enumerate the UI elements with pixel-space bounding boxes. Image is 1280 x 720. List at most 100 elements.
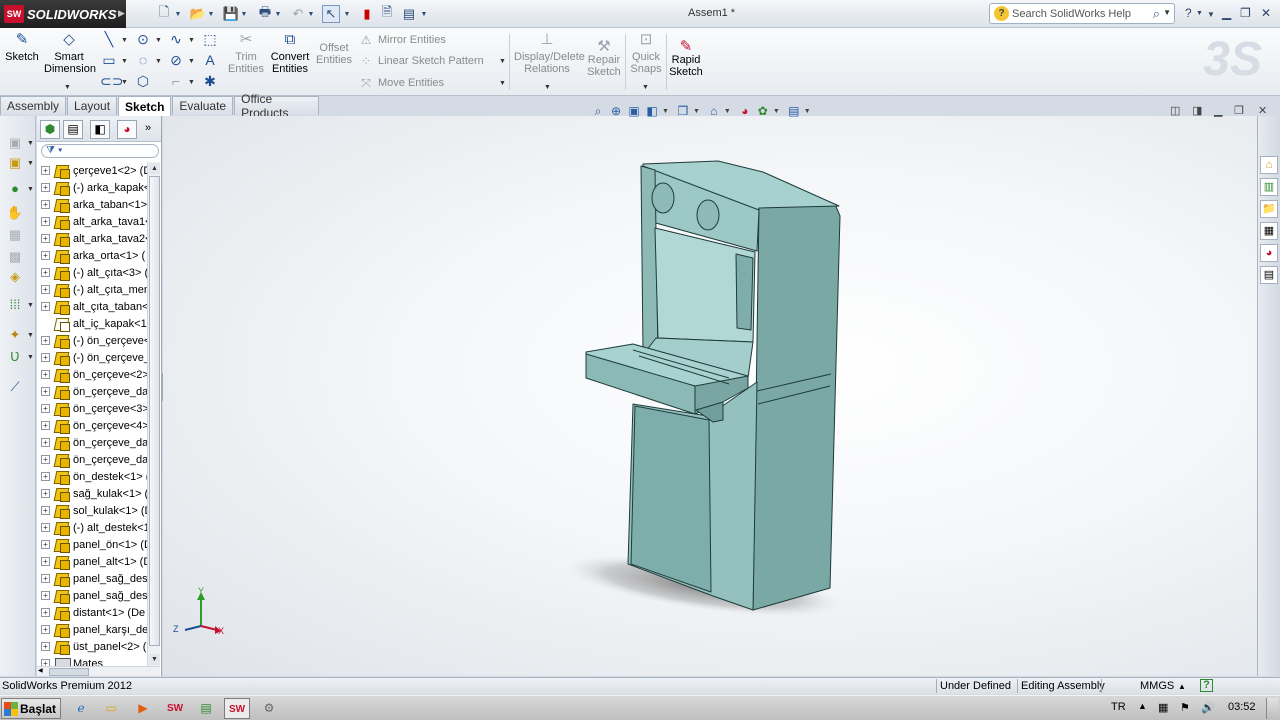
expand-icon[interactable]: + — [41, 659, 50, 666]
new-motion-study-icon[interactable]: ⁞⁞⁞ — [6, 296, 24, 314]
plane-icon[interactable]: ⬚ — [201, 30, 219, 48]
mate-dropdown-icon[interactable]: ▼ — [27, 160, 34, 167]
polygon-icon[interactable]: ⬡ — [134, 72, 152, 90]
display-delete-relations-button[interactable]: ⊥ Display/Delete Relations — [514, 31, 585, 75]
media-player-icon[interactable]: ▶ — [130, 698, 156, 719]
point-icon[interactable]: ✱ — [201, 72, 219, 90]
appearances-icon[interactable]: ◕ — [1260, 244, 1278, 262]
menu-arrow-icon[interactable]: ▶ — [118, 8, 125, 19]
start-button[interactable]: Başlat — [1, 698, 61, 719]
unit-system[interactable]: MMGS — [1140, 680, 1174, 692]
viewport-restore-icon[interactable]: ❐ — [1234, 104, 1244, 117]
expand-icon[interactable]: + — [41, 489, 50, 498]
save-dropdown-icon[interactable]: ▼ — [240, 5, 248, 23]
tree-item[interactable]: + ön_çerçeve<4> — [37, 417, 147, 434]
tree-item[interactable]: + çerçeve1<2> (D — [37, 162, 147, 179]
options-dropdown-icon[interactable]: ▼ — [420, 5, 428, 23]
expand-icon[interactable]: + — [41, 336, 50, 345]
solidworks-logo[interactable]: SW SOLIDWORKS — [0, 0, 126, 28]
expand-icon[interactable]: + — [41, 421, 50, 430]
insert-dropdown-icon[interactable]: ▼ — [27, 140, 34, 147]
tree-filter[interactable]: ⧩ ▾ — [41, 144, 159, 158]
new-document-icon[interactable]: 🗋 — [155, 4, 173, 23]
design-library-icon[interactable]: ▥ — [1260, 178, 1278, 196]
expand-icon[interactable]: + — [41, 591, 50, 600]
expand-icon[interactable]: + — [41, 234, 50, 243]
search-input[interactable]: ? Search SolidWorks Help ⌕ ▼ — [989, 3, 1175, 24]
smart-dimension-dropdown-icon[interactable]: ▼ — [64, 84, 71, 91]
tree-item[interactable]: + ön_çerçeve<3> — [37, 400, 147, 417]
component-pattern-icon[interactable]: ● — [6, 180, 24, 198]
custom-properties-icon[interactable]: ▤ — [1260, 266, 1278, 284]
horizontal-scroll-thumb[interactable] — [49, 668, 89, 676]
pattern-dropdown-icon[interactable]: ▼ — [27, 186, 34, 193]
help-icon[interactable]: ? — [1185, 6, 1192, 20]
tree-item[interactable]: + ön_çerçeve_day — [37, 383, 147, 400]
view-orientation-icon[interactable]: ❒ — [675, 103, 691, 119]
scroll-left-icon[interactable]: ◀ — [38, 667, 43, 674]
slot-icon[interactable]: ⊂⊃ — [100, 72, 123, 90]
instant3d-icon[interactable]: ⟋ — [6, 378, 24, 396]
tree-item[interactable]: + ön_çerçeve_day — [37, 451, 147, 468]
linear-pattern-dropdown-icon[interactable]: ▼ — [499, 58, 506, 65]
search-icon[interactable]: ⌕ — [1153, 6, 1160, 22]
fillet-icon[interactable]: ⌐ — [167, 72, 185, 90]
section-view-icon[interactable]: ◧ — [644, 103, 660, 119]
zoom-to-area-icon[interactable]: ⊕ — [608, 103, 624, 119]
display-dropdown-icon[interactable]: ▼ — [724, 108, 731, 115]
expand-icon[interactable]: + — [41, 523, 50, 532]
file-explorer-taskbar-icon[interactable]: ▭ — [98, 698, 124, 719]
expand-icon[interactable]: + — [41, 557, 50, 566]
tree-item[interactable]: + distant<1> (De — [37, 604, 147, 621]
expand-icon[interactable]: + — [41, 506, 50, 515]
sketch-button[interactable]: ✎ Sketch — [4, 31, 40, 63]
language-indicator[interactable]: TR — [1111, 701, 1126, 713]
tree-item[interactable]: + ön_destek<1> ( — [37, 468, 147, 485]
tree-item[interactable]: + alt_arka_tava1< — [37, 213, 147, 230]
circle-icon[interactable]: ⊙ — [134, 30, 152, 48]
tool-icon[interactable]: ⚙ — [256, 698, 282, 719]
app-icon[interactable]: ▤ — [193, 698, 219, 719]
expand-icon[interactable]: + — [41, 268, 50, 277]
show-hidden-icon[interactable]: ▦ — [6, 226, 24, 244]
quick-snaps-button[interactable]: ⊡ Quick Snaps — [628, 31, 664, 75]
undo-icon[interactable]: ↶ — [289, 5, 307, 23]
units-dropdown-icon[interactable]: ▲ — [1178, 682, 1186, 691]
ellipse-dropdown-icon[interactable]: ▼ — [188, 58, 195, 65]
relations-dropdown-icon[interactable]: ▼ — [544, 84, 551, 91]
view-settings-dropdown-icon[interactable]: ▼ — [804, 108, 811, 115]
volume-icon[interactable]: 🔊 — [1201, 701, 1215, 714]
exploded-dropdown-icon[interactable]: ▼ — [27, 354, 34, 361]
resources-home-icon[interactable]: ⌂ — [1260, 156, 1278, 174]
tree-item[interactable]: + (-) ön_çerçeve_ — [37, 349, 147, 366]
reference-geometry-icon[interactable]: ◈ — [6, 268, 24, 286]
appearance-icon[interactable]: ◕ — [737, 103, 753, 119]
spline-icon[interactable]: ∿ — [167, 30, 185, 48]
show-desktop-button[interactable] — [1266, 698, 1278, 719]
section-dropdown-icon[interactable]: ▼ — [662, 108, 669, 115]
open-dropdown-icon[interactable]: ▼ — [207, 5, 215, 23]
expand-icon[interactable]: + — [41, 625, 50, 634]
expand-icon[interactable]: + — [41, 472, 50, 481]
bill-of-materials-icon[interactable]: ✦ — [6, 326, 24, 344]
tree-item[interactable]: alt_iç_kapak<1: — [37, 315, 147, 332]
expand-icon[interactable]: + — [41, 642, 50, 651]
arc-icon[interactable]: ◌ — [134, 51, 152, 69]
text-icon[interactable]: A — [201, 51, 219, 69]
expand-panel-icon[interactable]: » — [145, 122, 151, 134]
select-icon[interactable]: ↖ — [322, 5, 340, 23]
expand-icon[interactable]: + — [41, 404, 50, 413]
print-dropdown-icon[interactable]: ▼ — [274, 5, 282, 23]
tree-item[interactable]: + panel_karşı_des — [37, 621, 147, 638]
insert-component-icon[interactable]: ▣ — [6, 134, 24, 152]
scroll-up-icon[interactable]: ▲ — [149, 163, 160, 174]
tree-item[interactable]: + üst_panel<2> ( — [37, 638, 147, 655]
viewport-split-icon[interactable]: ◫ — [1170, 104, 1180, 117]
line-dropdown-icon[interactable]: ▼ — [121, 37, 128, 44]
expand-icon[interactable]: + — [41, 183, 50, 192]
orientation-dropdown-icon[interactable]: ▼ — [693, 108, 700, 115]
tree-item[interactable]: + alt_çıta_taban< — [37, 298, 147, 315]
expand-icon[interactable]: + — [41, 370, 50, 379]
smart-dimension-button[interactable]: ◇ Smart Dimension — [44, 31, 96, 75]
tab-assembly[interactable]: Assembly — [0, 96, 67, 115]
